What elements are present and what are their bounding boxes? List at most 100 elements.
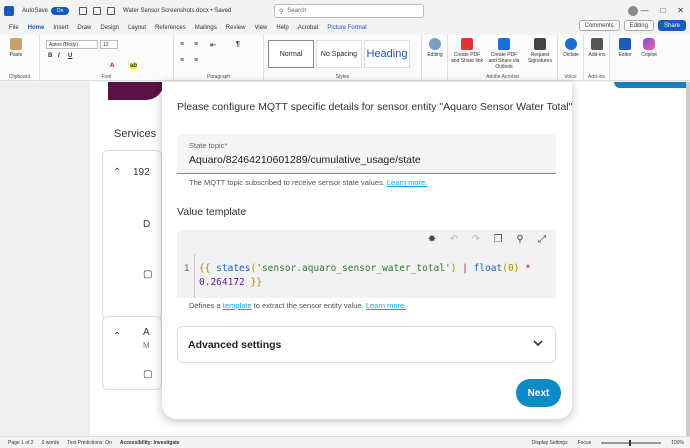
- tab-file[interactable]: File: [9, 25, 19, 31]
- tab-layout[interactable]: Layout: [128, 25, 146, 31]
- numbering-icon[interactable]: ≡: [194, 41, 198, 48]
- advanced-settings-expander[interactable]: Advanced settings: [177, 326, 556, 363]
- editor-button[interactable]: Editor: [614, 38, 636, 58]
- comments-button[interactable]: Comments: [578, 20, 620, 31]
- tab-references[interactable]: References: [155, 25, 186, 31]
- align-left-icon[interactable]: ≡: [180, 57, 184, 64]
- brand-accent: [614, 82, 686, 88]
- addins-button[interactable]: Add-ins: [586, 38, 608, 58]
- acrobat-group: Create PDF and Share link Create PDF and…: [448, 35, 558, 81]
- state-topic-value[interactable]: Aquaro/82464210601289/cumulative_usage/s…: [189, 154, 421, 166]
- undo-icon[interactable]: [93, 7, 102, 15]
- state-topic-field[interactable]: State topic* Aquaro/82464210601289/cumul…: [177, 134, 556, 174]
- align-center-icon[interactable]: ≡: [194, 57, 198, 64]
- editing-button[interactable]: Editing: [424, 38, 446, 58]
- focus-mode[interactable]: Focus: [578, 440, 592, 446]
- copilot-button[interactable]: Copilot: [638, 38, 660, 58]
- tab-acrobat[interactable]: Acrobat: [298, 25, 319, 31]
- paste-icon: [10, 38, 22, 50]
- value-template-help: Defines a template to extract the sensor…: [189, 301, 406, 310]
- template-link[interactable]: template: [223, 301, 252, 310]
- font-color-button[interactable]: A: [110, 63, 114, 69]
- highlight-button[interactable]: ab: [130, 63, 138, 69]
- style-normal[interactable]: Normal: [268, 40, 314, 68]
- state-topic-learn-more-link[interactable]: Learn more.: [387, 178, 427, 187]
- zoom-slider[interactable]: [601, 440, 662, 446]
- chevron-down-icon: [533, 340, 543, 347]
- line-number: 1: [184, 264, 190, 274]
- tab-review[interactable]: Review: [226, 25, 246, 31]
- status-right: Display Settings Focus 100%: [532, 440, 684, 446]
- minimize-icon[interactable]: —: [640, 6, 648, 15]
- word-count[interactable]: 0 words: [42, 440, 60, 446]
- find-icon: [429, 38, 441, 50]
- create-pdf-outlook-button[interactable]: Create PDF and Share via Outlook: [486, 38, 522, 70]
- advanced-settings-label: Advanced settings: [188, 339, 282, 351]
- style-heading[interactable]: Heading: [364, 40, 410, 68]
- mqtt-config-dialog: Please configure MQTT specific details f…: [162, 82, 572, 419]
- copy-icon[interactable]: ❐: [492, 234, 504, 245]
- underline-button[interactable]: U: [68, 53, 72, 59]
- create-pdf-share-link-label: Create PDF and Share link: [451, 52, 483, 64]
- ribbon-tabs: File Home Insert Draw Design Layout Refe…: [0, 20, 690, 34]
- services-heading: Services: [114, 128, 157, 140]
- search-placeholder: Search: [287, 8, 307, 14]
- value-template-title: Value template: [177, 206, 247, 218]
- pilcrow-icon[interactable]: ¶: [236, 41, 240, 48]
- editing-mode-button[interactable]: Editing: [623, 20, 654, 31]
- acrobat-label: Adobe Acrobat: [486, 74, 519, 80]
- italic-button[interactable]: I: [58, 53, 60, 59]
- tab-draw[interactable]: Draw: [77, 25, 91, 31]
- redo-icon[interactable]: [107, 7, 116, 15]
- page-count[interactable]: Page 1 of 2: [8, 440, 34, 446]
- request-signatures-button[interactable]: Request Signatures: [524, 38, 556, 64]
- zoom-level[interactable]: 100%: [671, 440, 684, 446]
- style-no-spacing[interactable]: No Spacing: [316, 40, 362, 68]
- code-line[interactable]: {{ states('sensor.aquaro_sensor_water_to…: [194, 254, 556, 298]
- share-button[interactable]: Share: [657, 20, 686, 31]
- font-name-select[interactable]: Aptos (Body): [46, 40, 98, 49]
- tab-view[interactable]: View: [254, 25, 267, 31]
- display-settings[interactable]: Display Settings: [532, 440, 568, 446]
- autosave-label: AutoSave: [22, 8, 49, 14]
- text-predictions[interactable]: Text Predictions: On: [67, 440, 112, 446]
- close-icon[interactable]: ✕: [677, 6, 684, 15]
- services-row-1: 192: [133, 167, 150, 178]
- document-scrollbar[interactable]: [686, 82, 690, 436]
- search-box[interactable]: ⚲ Search: [274, 4, 424, 18]
- paste-button[interactable]: Paste: [6, 38, 26, 58]
- save-icon[interactable]: [79, 7, 88, 15]
- accessibility-status[interactable]: Accessibility: Investigate: [120, 440, 180, 446]
- bold-button[interactable]: B: [48, 53, 52, 59]
- tab-help[interactable]: Help: [276, 25, 288, 31]
- window-controls: — □ ✕: [640, 6, 684, 15]
- dialog-intro: Please configure MQTT specific details f…: [177, 101, 572, 113]
- dictate-button[interactable]: Dictate: [560, 38, 582, 58]
- voice-group: Dictate Voice: [558, 35, 584, 81]
- code-token-pipe: |: [456, 263, 474, 274]
- services-row-3-sub: M: [143, 341, 150, 350]
- bullets-icon[interactable]: ≡: [180, 41, 184, 48]
- create-pdf-share-link-button[interactable]: Create PDF and Share link: [450, 38, 484, 64]
- code-token-mul: *: [519, 263, 531, 274]
- tab-mailings[interactable]: Mailings: [195, 25, 217, 31]
- indent-icon[interactable]: ⇤: [210, 41, 216, 49]
- services-row-2: D: [143, 219, 151, 230]
- tab-design[interactable]: Design: [100, 25, 119, 31]
- autosave-toggle[interactable]: On: [51, 7, 70, 15]
- tab-insert[interactable]: Insert: [53, 25, 68, 31]
- fullscreen-icon[interactable]: ⤢: [536, 234, 548, 245]
- paragraph-label: Paragraph: [206, 74, 231, 80]
- tab-home[interactable]: Home: [28, 25, 45, 31]
- tab-picture-format[interactable]: Picture Format: [327, 25, 366, 31]
- debug-icon[interactable]: ✸: [426, 234, 438, 245]
- undo-icon[interactable]: ↶: [448, 234, 460, 245]
- font-size-select[interactable]: 12: [100, 40, 118, 49]
- search-icon[interactable]: ⚲: [514, 234, 526, 245]
- template-learn-more-link[interactable]: Learn more.: [366, 301, 406, 310]
- maximize-icon[interactable]: □: [660, 6, 665, 15]
- next-button[interactable]: Next: [516, 379, 561, 407]
- redo-icon[interactable]: ↷: [470, 234, 482, 245]
- value-template-editor[interactable]: ✸ ↶ ↷ ❐ ⚲ ⤢ 1 {{ states('sensor.aquaro_s…: [177, 230, 556, 298]
- user-avatar[interactable]: [628, 6, 638, 16]
